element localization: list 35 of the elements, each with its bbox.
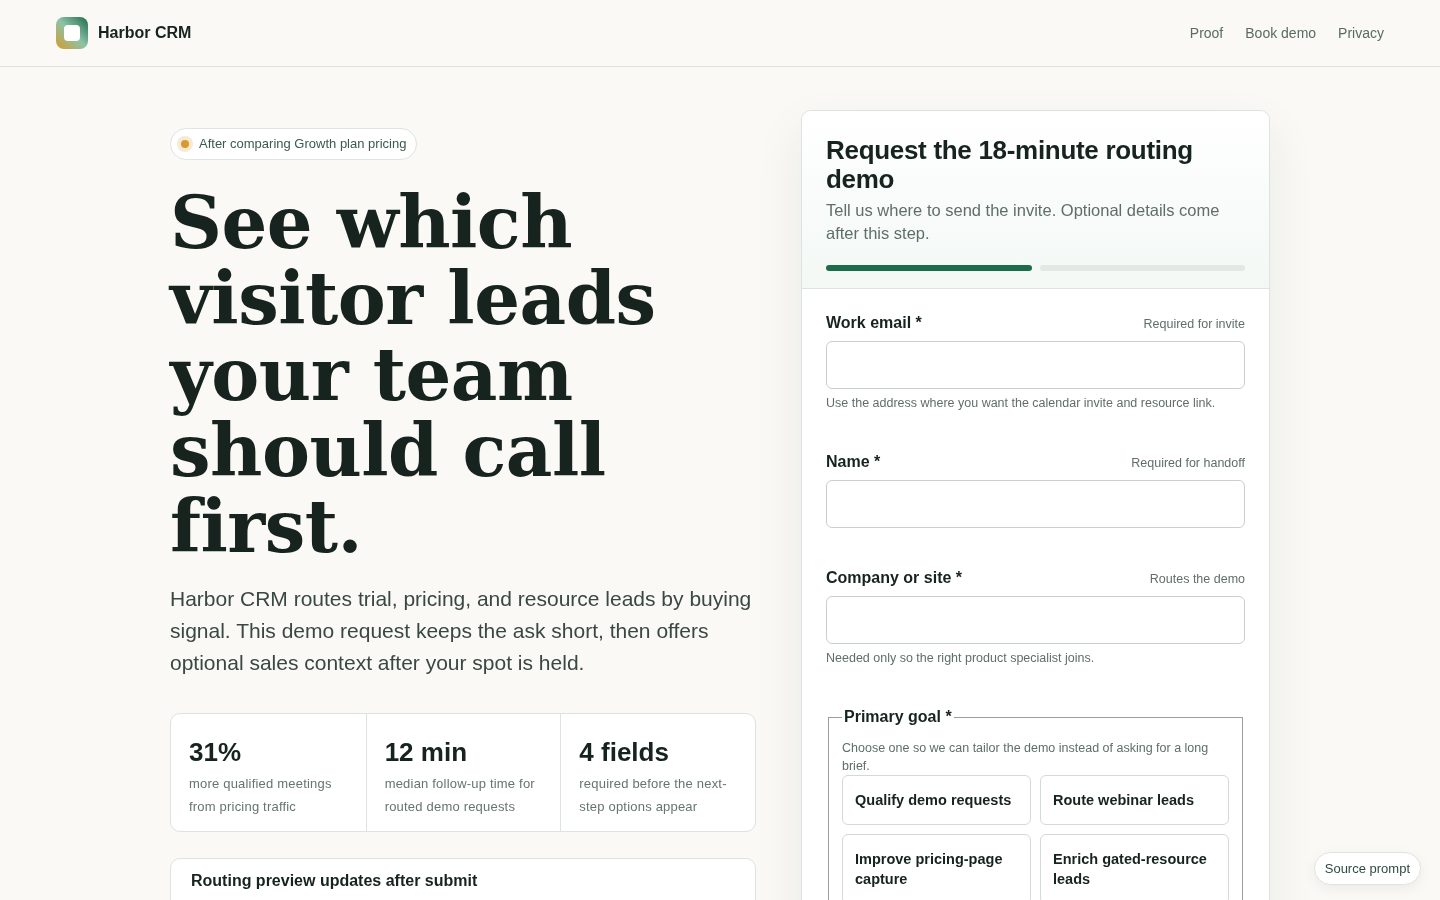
field-help: Needed only so the right product specialist joins. [826,650,1096,667]
source-prompt-button[interactable]: Source prompt [1313,852,1421,885]
fieldset-legend: Primary goal * [842,705,954,729]
stat-label: required before the next-step options appear [579,775,728,816]
hero-description: Harbor CRM routes trial, pricing, and resource leads by buying signal. This demo request keeps the ask short, then offers optional sales context after your spot is held. [170,586,753,676]
goal-option[interactable]: Route webinar leads [1040,775,1229,825]
goal-option[interactable]: Improve pricing-page capture [842,834,1031,900]
card-title: Routing preview updates after submit [191,871,479,891]
logo-icon [56,17,88,49]
brand-name: Harbor CRM [98,23,192,43]
goal-option[interactable]: Qualify demo requests [842,775,1031,825]
nav-link[interactable]: Book demo [1245,22,1317,44]
goal-option[interactable]: Enrich gated-resource leads [1040,834,1229,900]
field-label: Name * [826,452,881,472]
form-title: Request the 18-minute routing demo [826,136,1194,194]
input-field[interactable] [826,596,1245,644]
input-field[interactable] [826,480,1245,528]
field-hint: Routes the demo [1149,571,1245,588]
field-hint: Required for invite [1143,316,1245,333]
form-subtitle: Tell us where to send the invite. Optional details come after this step. [826,200,1221,244]
input-field[interactable] [826,341,1245,389]
stat-label: median follow-up time for routed demo requests [384,775,536,816]
nav-link[interactable]: Privacy [1338,22,1384,44]
pill-text: After comparing Growth plan pricing [199,135,407,154]
field-label: Company or site * [826,568,963,588]
stat-value: 4 fields [579,736,670,768]
hero-heading: See which visitor leads your team should call first. [170,185,657,565]
field-hint: Required for handoff [1131,455,1245,472]
field-help: Use the address where you want the calendar invite and resource link. [826,395,1217,412]
field-label: Work email * [826,313,922,333]
stat-label: more qualified meetings from pricing traffic [189,775,333,816]
stat-value: 31% [189,736,243,768]
fieldset-description: Choose one so we can tailor the demo instead of asking for a long brief. [842,740,1210,775]
stat-value: 12 min [384,736,469,768]
nav-link[interactable]: Proof [1189,22,1224,44]
